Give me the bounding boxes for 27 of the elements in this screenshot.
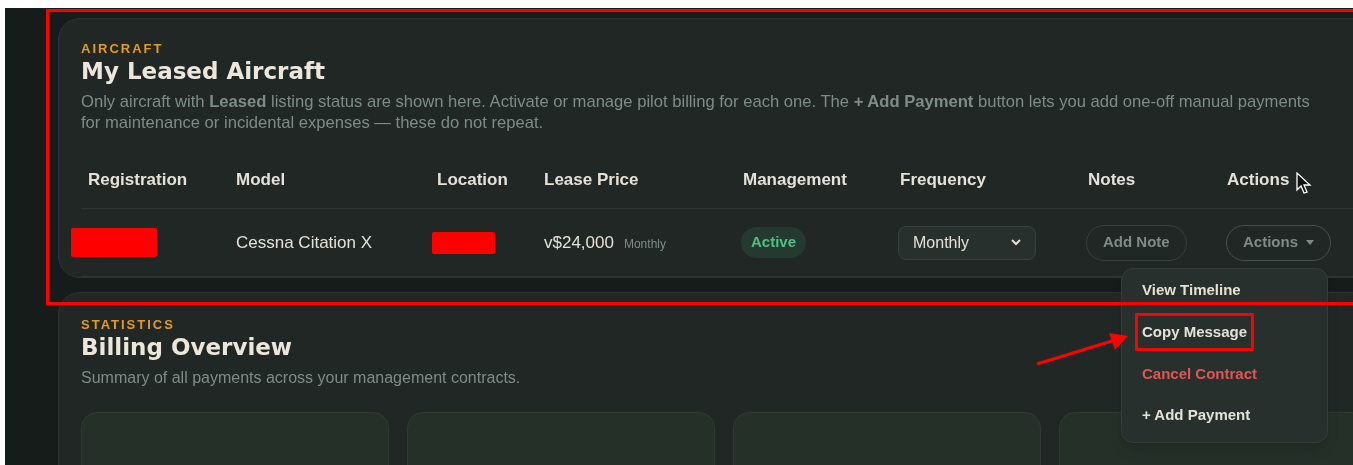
section-title: Billing Overview	[81, 333, 293, 361]
status-badge: Active	[741, 227, 807, 258]
menu-item[interactable]: View Timeline	[1142, 279, 1241, 301]
redaction-box	[432, 231, 495, 254]
column-header: Management	[743, 169, 847, 189]
table-cell: Cessna Citation X	[236, 232, 373, 252]
caret-down-icon	[1306, 240, 1314, 245]
section-description: Only aircraft with Leased listing status are shown here. Activate or manage pilot billing for each one. The + Add Payment button lets you add one-off manual payments for maintenance or incidental expenses — these do not repeat.	[81, 91, 1311, 133]
menu-item[interactable]: Copy Message	[1142, 321, 1248, 343]
column-header: Lease Price	[544, 169, 639, 189]
section-eyebrow: STATISTICS	[81, 317, 175, 333]
lease-price: v$24,000	[544, 231, 614, 254]
column-header: Actions	[1227, 169, 1290, 189]
section-description: Summary of all payments across your management contracts.	[81, 368, 521, 388]
column-header: Location	[437, 169, 508, 189]
column-header: Frequency	[900, 169, 986, 189]
menu-item[interactable]: + Add Payment	[1142, 404, 1251, 426]
frequency-select[interactable]: Monthly	[898, 225, 1036, 260]
price-period: Monthly	[623, 235, 666, 253]
column-header: Notes	[1088, 169, 1136, 189]
column-header: Registration	[88, 169, 188, 189]
cursor-icon	[1296, 172, 1312, 194]
section-title: My Leased Aircraft	[81, 57, 325, 85]
column-header: Model	[236, 169, 286, 189]
section-eyebrow: AIRCRAFT	[81, 41, 164, 57]
chevron-down-icon	[1011, 239, 1021, 246]
menu-item[interactable]: Cancel Contract	[1142, 363, 1258, 385]
